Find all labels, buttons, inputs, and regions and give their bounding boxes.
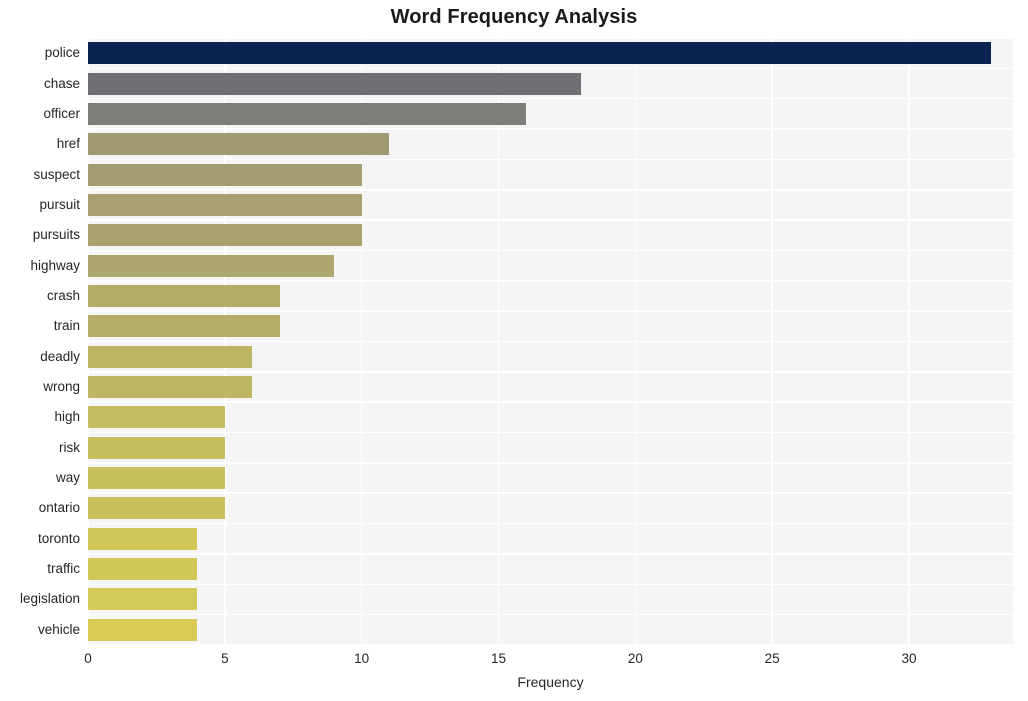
bar-vehicle [88,619,197,641]
y-tick-label-crash: crash [0,289,80,303]
bar-legislation [88,588,197,610]
gridline-horizontal [88,371,1013,373]
bar-train [88,315,280,337]
gridline-horizontal [88,462,1013,464]
x-tick-label-30: 30 [901,651,916,666]
x-tick-label-15: 15 [491,651,506,666]
bar-way [88,467,225,489]
gridline-horizontal [88,250,1013,252]
gridline-horizontal [88,401,1013,403]
x-tick-label-10: 10 [354,651,369,666]
gridline-horizontal [88,98,1013,100]
gridline-horizontal [88,432,1013,434]
gridline-horizontal [88,341,1013,343]
bar-chase [88,73,581,95]
gridline-horizontal [88,584,1013,586]
x-axis-tick-labels: 051015202530 [88,645,1013,675]
y-tick-label-vehicle: vehicle [0,623,80,637]
x-axis-title: Frequency [88,674,1013,690]
y-tick-label-pursuits: pursuits [0,228,80,242]
gridline-horizontal [88,310,1013,312]
bar-police [88,42,991,64]
y-tick-label-officer: officer [0,107,80,121]
gridline-horizontal [88,280,1013,282]
plot-area [88,38,1013,645]
bar-highway [88,255,334,277]
gridline-horizontal [88,128,1013,130]
y-tick-label-way: way [0,471,80,485]
y-tick-label-police: police [0,46,80,60]
y-tick-label-toronto: toronto [0,532,80,546]
y-axis-tick-labels: police chase officer href suspect pursuit purs… [0,38,80,645]
y-tick-label-href: href [0,137,80,151]
bar-high [88,406,225,428]
gridline-horizontal [88,38,1013,39]
gridline-horizontal [88,189,1013,191]
x-tick-label-0: 0 [84,651,92,666]
gridline-horizontal [88,219,1013,221]
y-tick-label-legislation: legislation [0,592,80,606]
bar-crash [88,285,280,307]
bar-suspect [88,164,362,186]
x-tick-label-25: 25 [765,651,780,666]
gridline-horizontal [88,492,1013,494]
y-tick-label-deadly: deadly [0,350,80,364]
bar-wrong [88,376,252,398]
bar-officer [88,103,526,125]
gridline-horizontal [88,553,1013,555]
x-tick-label-20: 20 [628,651,643,666]
y-tick-label-ontario: ontario [0,501,80,515]
bar-href [88,133,389,155]
y-tick-label-traffic: traffic [0,562,80,576]
bar-toronto [88,528,197,550]
gridline-horizontal [88,159,1013,161]
y-tick-label-high: high [0,410,80,424]
chart-title: Word Frequency Analysis [0,6,1028,29]
y-tick-label-pursuit: pursuit [0,198,80,212]
bar-risk [88,437,225,459]
gridline-horizontal [88,614,1013,616]
gridline-horizontal [88,68,1013,70]
y-tick-label-risk: risk [0,441,80,455]
word-frequency-chart-figure: Word Frequency Analysis police chase offic… [0,0,1028,701]
x-tick-label-5: 5 [221,651,229,666]
bar-ontario [88,497,225,519]
y-tick-label-suspect: suspect [0,168,80,182]
bar-pursuits [88,224,362,246]
y-tick-label-wrong: wrong [0,380,80,394]
bar-deadly [88,346,252,368]
bar-pursuit [88,194,362,216]
bar-traffic [88,558,197,580]
y-tick-label-highway: highway [0,259,80,273]
gridline-horizontal [88,523,1013,525]
y-tick-label-chase: chase [0,77,80,91]
y-tick-label-train: train [0,319,80,333]
